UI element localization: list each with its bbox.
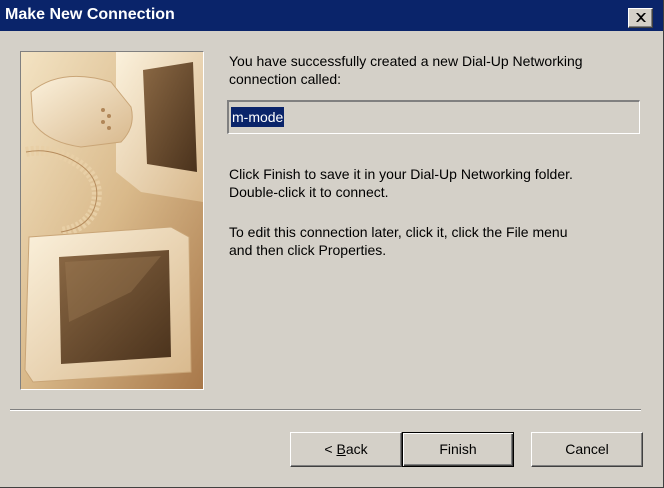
cancel-button[interactable]: Cancel [531,432,643,467]
back-button[interactable]: < Back [290,432,402,467]
finish-button[interactable]: Finish [402,432,514,467]
close-icon [636,13,646,22]
divider [10,409,641,411]
close-button[interactable] [628,8,653,28]
monitor-illustration-image [21,52,203,389]
finish-instructions: Click Finish to save it in your Dial-Up … [229,165,649,201]
cancel-button-label: Cancel [565,441,609,457]
connection-name-field[interactable]: m-mode [227,100,640,134]
computer-monitor-illustration [20,51,204,390]
finish-line-1: Click Finish to save it in your Dial-Up … [229,166,573,182]
edit-line-2: and then click Properties. [229,242,387,258]
back-button-label: ack [345,441,368,457]
intro-line-1: You have successfully created a new Dial… [229,53,583,69]
title-bar[interactable]: Make New Connection [0,0,663,31]
finish-button-label: Finish [439,441,477,457]
connection-name-value[interactable]: m-mode [231,107,285,127]
intro-line-2: connection called: [229,71,342,87]
edit-line-1: To edit this connection later, click it,… [229,224,568,240]
edit-instructions: To edit this connection later, click it,… [229,223,649,259]
back-button-accelerator: B [336,441,346,457]
make-new-connection-dialog: Make New Connection You have successfull… [0,0,664,488]
finish-line-2: Double-click it to connect. [229,184,389,200]
intro-text: You have successfully created a new Dial… [229,52,649,88]
back-button-prefix: < [324,441,337,457]
window-title: Make New Connection [5,6,175,23]
